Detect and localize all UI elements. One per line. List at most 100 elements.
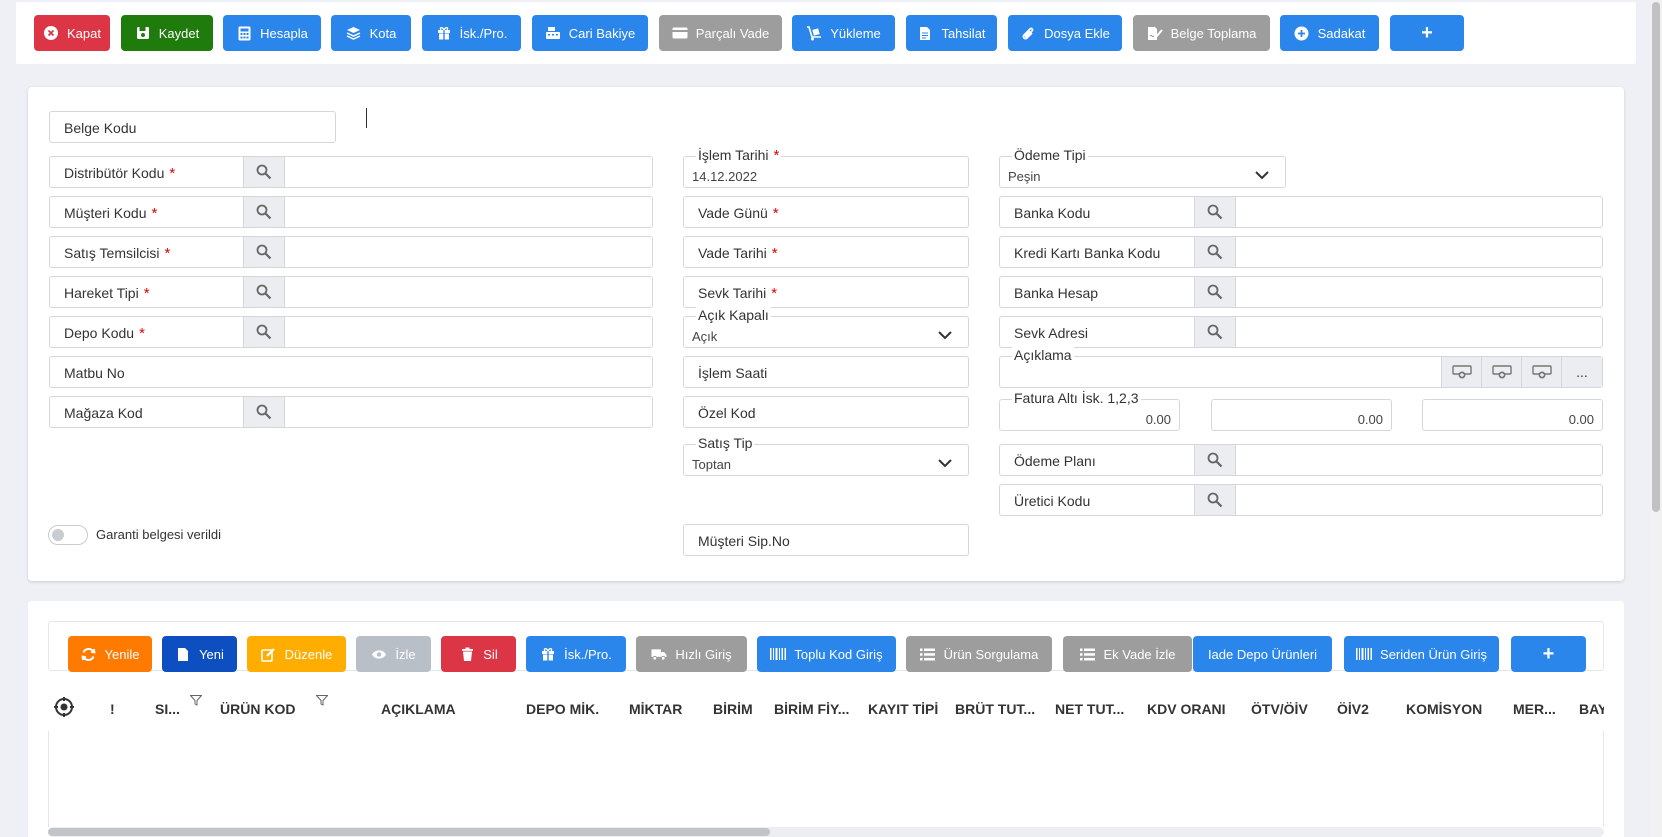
refresh-button[interactable]: Yenile (68, 636, 152, 672)
col-warning[interactable]: ! (110, 701, 115, 717)
quick-entry-button[interactable]: Hızlı Giriş (636, 636, 747, 672)
col-mer[interactable]: MER... (1513, 701, 1556, 717)
vertical-scrollbar-thumb[interactable] (1652, 2, 1660, 512)
customer-order-no-field[interactable]: Müşteri Sip.No (683, 524, 969, 556)
col-bay[interactable]: BAY (1579, 701, 1604, 717)
search-icon[interactable] (1194, 277, 1236, 307)
document-code-field[interactable]: Belge Kodu (49, 111, 336, 143)
filter-icon[interactable] (189, 693, 203, 709)
plus-icon: + (1421, 21, 1433, 44)
invoice-discount-3-field[interactable]: 0.00 (1422, 399, 1603, 431)
add-icon[interactable] (1441, 357, 1481, 387)
transaction-date-field[interactable]: İşlem Tarihi * 14.12.2022 (683, 147, 969, 188)
movement-type-field[interactable]: Hareket Tipi * (49, 276, 653, 308)
more-button[interactable]: ... (1561, 357, 1602, 387)
grid-more-actions-button[interactable]: + (1511, 636, 1586, 672)
extra-term-view-button[interactable]: Ek Vade İzle (1063, 636, 1192, 672)
col-sira[interactable]: SI... (155, 701, 180, 717)
sales-rep-field[interactable]: Satış Temsilcisi * (49, 236, 653, 268)
col-product-code[interactable]: ÜRÜN KOD (220, 701, 295, 717)
new-button[interactable]: Yeni (162, 636, 237, 672)
search-icon[interactable] (243, 317, 285, 347)
term-days-field[interactable]: Vade Günü * (683, 196, 969, 228)
delete-button[interactable]: Sil (441, 636, 516, 672)
grid-discount-promo-button[interactable]: İsk./Pro. (526, 636, 626, 672)
col-vat-rate[interactable]: KDV ORANI (1147, 701, 1226, 717)
partial-term-button[interactable]: Parçalı Vade (659, 15, 782, 51)
description-field[interactable]: Açıklama ... (999, 347, 1603, 388)
bank-account-field[interactable]: Banka Hesap (999, 276, 1603, 308)
delete-label: Sil (483, 646, 498, 662)
close-button[interactable]: Kapat (34, 15, 110, 51)
invoice-discount-1-field[interactable]: Fatura Altı İsk. 1,2,3 0.00 (999, 390, 1180, 431)
column-settings-icon[interactable] (54, 697, 74, 720)
vertical-scrollbar[interactable] (1650, 0, 1662, 837)
document-collection-button[interactable]: Belge Toplama (1133, 15, 1270, 51)
product-query-button[interactable]: Ürün Sorgulama (906, 636, 1052, 672)
sales-type-value: Toptan (692, 457, 732, 472)
return-warehouse-products-button[interactable]: Iade Depo Ürünleri (1193, 636, 1332, 672)
serial-product-entry-button[interactable]: Seriden Ürün Giriş (1344, 636, 1499, 672)
more-actions-button[interactable]: + (1390, 15, 1464, 51)
invoice-discount-2-field[interactable]: 0.00 (1211, 399, 1392, 431)
manufacturer-code-field[interactable]: Üretici Kodu (999, 484, 1603, 516)
payment-type-select[interactable]: Ödeme Tipi Peşin (999, 147, 1286, 188)
col-warehouse-qty[interactable]: DEPO MİK. (526, 701, 599, 717)
horizontal-scrollbar[interactable] (48, 827, 1604, 837)
calculate-button[interactable]: Hesapla (223, 15, 321, 51)
quota-button[interactable]: Kota (331, 15, 411, 51)
sales-type-select[interactable]: Satış Tip Toptan (683, 435, 969, 476)
edit-button[interactable]: Düzenle (247, 636, 346, 672)
printed-no-field[interactable]: Matbu No (49, 356, 653, 388)
transaction-time-field[interactable]: İşlem Saati (683, 356, 969, 388)
search-icon[interactable] (1194, 485, 1236, 515)
warranty-toggle[interactable] (48, 525, 88, 545)
add-icon[interactable] (1481, 357, 1521, 387)
save-button[interactable]: Kaydet (121, 15, 213, 51)
store-code-field[interactable]: Mağaza Kod (49, 396, 653, 428)
distributor-code-field[interactable]: Distribütör Kodu * (49, 156, 653, 188)
filter-icon[interactable] (315, 693, 329, 709)
search-icon[interactable] (1194, 317, 1236, 347)
customer-code-field[interactable]: Müşteri Kodu * (49, 196, 653, 228)
search-icon[interactable] (243, 277, 285, 307)
view-button[interactable]: İzle (356, 636, 431, 672)
col-commission[interactable]: KOMİSYON (1406, 701, 1482, 717)
col-unit[interactable]: BİRİM (713, 701, 753, 717)
account-balance-button[interactable]: Cari Bakiye (532, 15, 648, 51)
search-icon[interactable] (1194, 197, 1236, 227)
loading-button[interactable]: Yükleme (792, 15, 895, 51)
col-net-amount[interactable]: NET TUT... (1055, 701, 1124, 717)
col-description[interactable]: AÇIKLAMA (381, 701, 456, 717)
search-icon[interactable] (243, 157, 285, 187)
shipping-address-field[interactable]: Sevk Adresi (999, 316, 1603, 348)
search-icon[interactable] (243, 197, 285, 227)
special-code-field[interactable]: Özel Kod (683, 396, 969, 428)
col-record-type[interactable]: KAYIT TİPİ (868, 701, 938, 717)
open-closed-select[interactable]: Açık Kapalı Açık (683, 307, 969, 348)
col-unit-price[interactable]: BİRİM FİY... (774, 701, 849, 717)
col-quantity[interactable]: MİKTAR (629, 701, 682, 717)
horizontal-scrollbar-thumb[interactable] (48, 828, 770, 836)
due-date-field[interactable]: Vade Tarihi * (683, 236, 969, 268)
search-icon[interactable] (1194, 237, 1236, 267)
warehouse-code-field[interactable]: Depo Kodu * (49, 316, 653, 348)
attach-file-button[interactable]: Dosya Ekle (1008, 15, 1122, 51)
open-closed-label: Açık Kapalı (696, 307, 771, 323)
search-icon[interactable] (1194, 445, 1236, 475)
shipment-date-field[interactable]: Sevk Tarihi * (683, 276, 969, 308)
search-icon[interactable] (243, 237, 285, 267)
discount-promo-button[interactable]: İsk./Pro. (422, 15, 521, 51)
add-icon[interactable] (1521, 357, 1561, 387)
credit-card-bank-code-field[interactable]: Kredi Kartı Banka Kodu (999, 236, 1603, 268)
search-icon[interactable] (243, 397, 285, 427)
col-oiv2[interactable]: ÖİV2 (1337, 701, 1369, 717)
col-gross-amount[interactable]: BRÜT TUT... (955, 701, 1035, 717)
extra-term-view-label: Ek Vade İzle (1103, 646, 1176, 662)
bulk-code-entry-button[interactable]: Toplu Kod Giriş (757, 636, 896, 672)
collection-button[interactable]: Tahsilat (906, 15, 997, 51)
payment-plan-field[interactable]: Ödeme Planı (999, 444, 1603, 476)
loyalty-button[interactable]: Sadakat (1280, 15, 1379, 51)
bank-code-field[interactable]: Banka Kodu (999, 196, 1603, 228)
col-otv-oiv[interactable]: ÖTV/ÖİV (1251, 701, 1308, 717)
